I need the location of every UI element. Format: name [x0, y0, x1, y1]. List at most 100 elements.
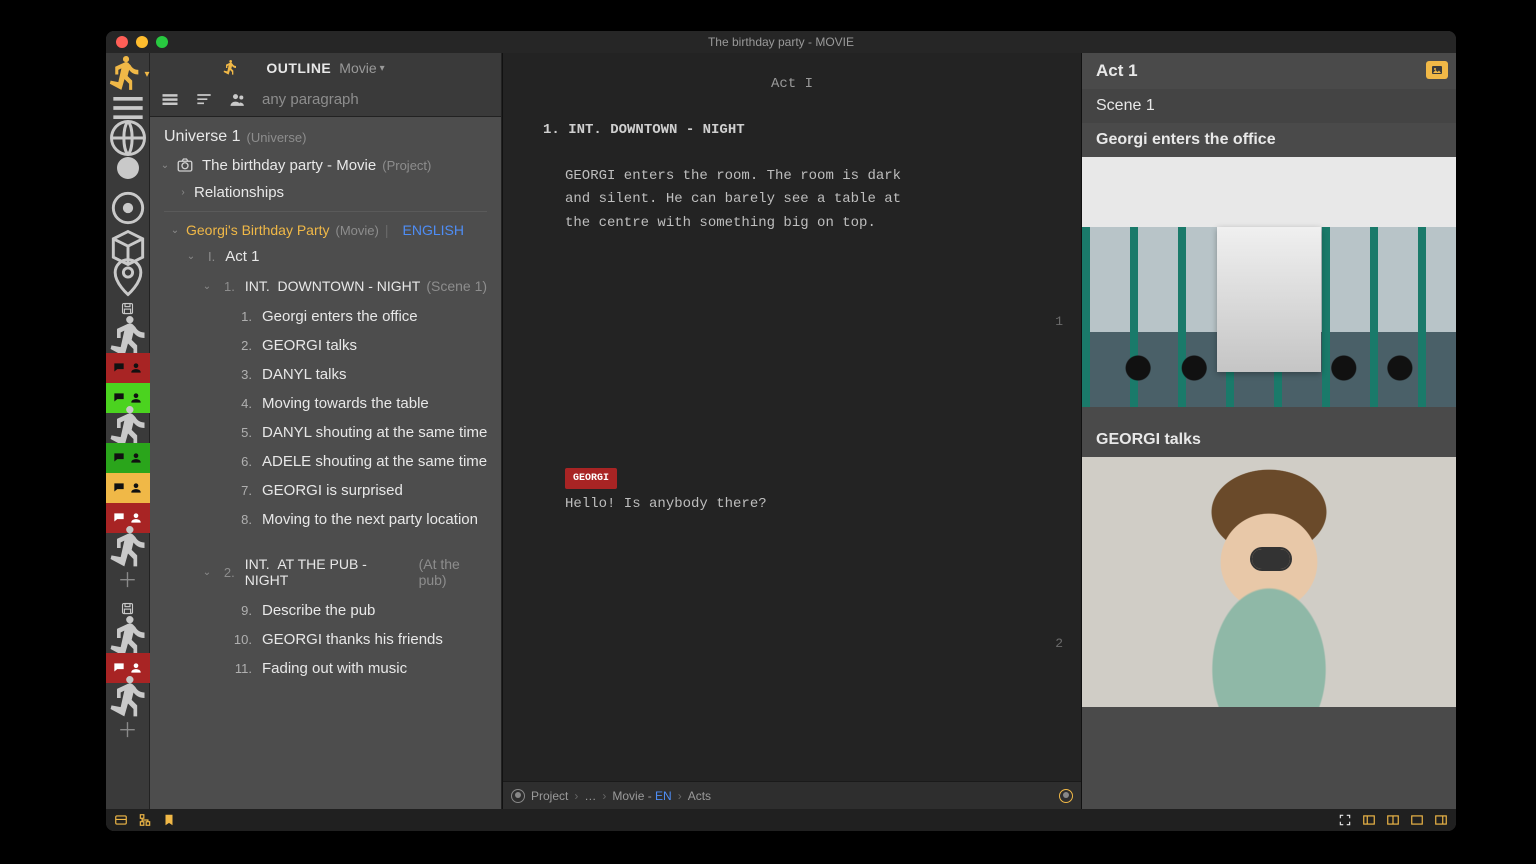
act-action-icon-4[interactable]	[106, 623, 150, 653]
tree-scene-1[interactable]: ⌄ 1. INT. DOWNTOWN - NIGHT (Scene 1)	[156, 270, 495, 302]
window-titlebar: The birthday party - MOVIE	[106, 31, 1456, 53]
beat-title: GEORGI talks	[262, 337, 357, 354]
sb-layout-3-icon[interactable]	[1410, 813, 1424, 827]
beat-number: 1.	[230, 309, 252, 324]
act-dialog-icon-1[interactable]	[106, 353, 150, 383]
circle-icon[interactable]	[106, 153, 150, 183]
sb-tree-icon[interactable]	[138, 813, 152, 827]
card-scene-title[interactable]: Scene 1	[1082, 89, 1456, 123]
tree-beat[interactable]: 3. DANYL talks	[156, 360, 495, 389]
beat-title: Moving towards the table	[262, 395, 429, 412]
tree-beat[interactable]: 5. DANYL shouting at the same time	[156, 418, 495, 447]
tree-beat[interactable]: 1. Georgi enters the office	[156, 302, 495, 331]
tree-beat[interactable]: 8.Moving to the next party location	[156, 505, 495, 534]
chevron-down-icon[interactable]: ⌄	[200, 567, 214, 578]
tree-beat[interactable]: 6.ADELE shouting at the same time	[156, 447, 495, 476]
tree-beat[interactable]: 9. Describe the pub	[156, 596, 495, 625]
act-action-icon-5[interactable]	[106, 683, 150, 713]
tree-scene-2[interactable]: ⌄ 2. INT. AT THE PUB - NIGHT (At the pub…	[156, 548, 495, 596]
beat-number: 8.	[230, 512, 252, 527]
tree-project[interactable]: ⌄ The birthday party - Movie (Project)	[156, 151, 495, 179]
beat-number: 9.	[230, 603, 252, 618]
editor-action-text: GEORGI enters the room. The room is dark…	[565, 165, 925, 236]
sb-bookmark-icon[interactable]	[162, 813, 176, 827]
chevron-down-icon[interactable]: ⌄	[168, 225, 182, 236]
breadcrumb-more[interactable]: …	[584, 789, 596, 803]
outline-header-label: OUTLINE	[266, 60, 331, 76]
tree-universe[interactable]: Universe 1 (Universe)	[156, 123, 495, 151]
status-bar	[106, 809, 1456, 831]
act-action-icon-3[interactable]	[106, 533, 150, 563]
chevron-down-icon: ▾	[380, 63, 385, 74]
chevron-down-icon[interactable]: ⌄	[184, 251, 198, 262]
editor-dialog-text: Hello! Is anybody there?	[565, 493, 1041, 517]
pin-icon[interactable]	[106, 263, 150, 293]
tree-beat[interactable]: 2. GEORGI talks	[156, 331, 495, 360]
beat-title: ADELE shouting at the same time	[262, 453, 487, 470]
tree-beat[interactable]: 4.Moving towards the table	[156, 389, 495, 418]
card-2-title[interactable]: GEORGI talks	[1082, 423, 1456, 457]
beat-title: Describe the pub	[262, 602, 375, 619]
card-2-image[interactable]	[1082, 457, 1456, 707]
outline-mode-dropdown[interactable]: Movie ▾	[339, 60, 384, 76]
tree-beat[interactable]: 7.GEORGI is surprised	[156, 476, 495, 505]
card-act-title[interactable]: Act 1	[1082, 53, 1456, 89]
page-number-2: 2	[1055, 633, 1063, 655]
sb-layout-2-icon[interactable]	[1386, 813, 1400, 827]
camera-icon	[176, 156, 194, 174]
breadcrumb-movie[interactable]: Movie - EN	[612, 789, 671, 803]
view-list-icon[interactable]	[160, 90, 180, 110]
beat-title: GEORGI is surprised	[262, 482, 403, 499]
tree-movie[interactable]: ⌄ Georgi's Birthday Party (Movie) | ENGL…	[156, 217, 495, 243]
beat-title: DANYL talks	[262, 366, 346, 383]
people-icon[interactable]	[228, 90, 248, 110]
act-action-icon[interactable]	[106, 323, 150, 353]
act-dialog-icon-4[interactable]	[106, 473, 150, 503]
beat-title: DANYL shouting at the same time	[262, 424, 487, 441]
chevron-right-icon[interactable]: ›	[176, 187, 190, 198]
target-icon[interactable]	[106, 193, 150, 223]
tree-relationships[interactable]: › Relationships	[156, 179, 495, 206]
act-action-icon-2[interactable]	[106, 413, 150, 443]
view-compact-icon[interactable]	[194, 90, 214, 110]
sb-layout-4-icon[interactable]	[1434, 813, 1448, 827]
sb-card-icon[interactable]	[114, 813, 128, 827]
breadcrumb-acts[interactable]: Acts	[688, 789, 711, 803]
beat-title: Fading out with music	[262, 660, 407, 677]
script-editor[interactable]: Act I 1. INT. DOWNTOWN - NIGHT GEORGI en…	[502, 53, 1082, 809]
card-1-image[interactable]	[1082, 157, 1456, 407]
beat-number: 10.	[230, 632, 252, 647]
page-number-1: 1	[1055, 311, 1063, 333]
breadcrumb-project[interactable]: Project	[531, 789, 568, 803]
runner-menu-icon[interactable]: ▾	[106, 59, 150, 89]
beat-title: Georgi enters the office	[262, 308, 418, 325]
beat-number: 3.	[230, 367, 252, 382]
beat-number: 5.	[230, 425, 252, 440]
tree-beat[interactable]: 10. GEORGI thanks his friends	[156, 625, 495, 654]
editor-character-tag: GEORGI	[565, 468, 617, 489]
sb-fullscreen-icon[interactable]	[1338, 813, 1352, 827]
add-beat-button-2[interactable]: ＋	[106, 713, 150, 743]
editor-act-label: Act I	[543, 73, 1041, 97]
beat-title: GEORGI thanks his friends	[262, 631, 443, 648]
target-icon[interactable]	[511, 789, 525, 803]
settings-gear-icon[interactable]	[1059, 789, 1073, 803]
add-beat-button-1[interactable]: ＋	[106, 563, 150, 593]
outline-options-icon[interactable]	[222, 60, 238, 76]
outline-panel: OUTLINE Movie ▾ Un	[150, 53, 502, 809]
search-input[interactable]	[262, 91, 491, 108]
image-mode-icon[interactable]	[1426, 61, 1448, 79]
card-1-title[interactable]: Georgi enters the office	[1082, 123, 1456, 157]
tree-act[interactable]: ⌄ I. Act 1	[156, 243, 495, 270]
act-dialog-icon-3[interactable]	[106, 443, 150, 473]
tree-beat[interactable]: 11.Fading out with music	[156, 654, 495, 683]
window-title: The birthday party - MOVIE	[106, 35, 1456, 49]
chevron-down-icon[interactable]: ⌄	[200, 281, 214, 292]
language-tag[interactable]: ENGLISH	[403, 222, 464, 238]
sb-layout-1-icon[interactable]	[1362, 813, 1376, 827]
storyboard-panel: Act 1 Scene 1 Georgi enters the office G…	[1082, 53, 1456, 809]
editor-scene-heading: 1. INT. DOWNTOWN - NIGHT	[543, 119, 1041, 143]
divider	[164, 211, 487, 212]
chevron-down-icon[interactable]: ⌄	[158, 160, 172, 171]
beat-number: 2.	[230, 338, 252, 353]
